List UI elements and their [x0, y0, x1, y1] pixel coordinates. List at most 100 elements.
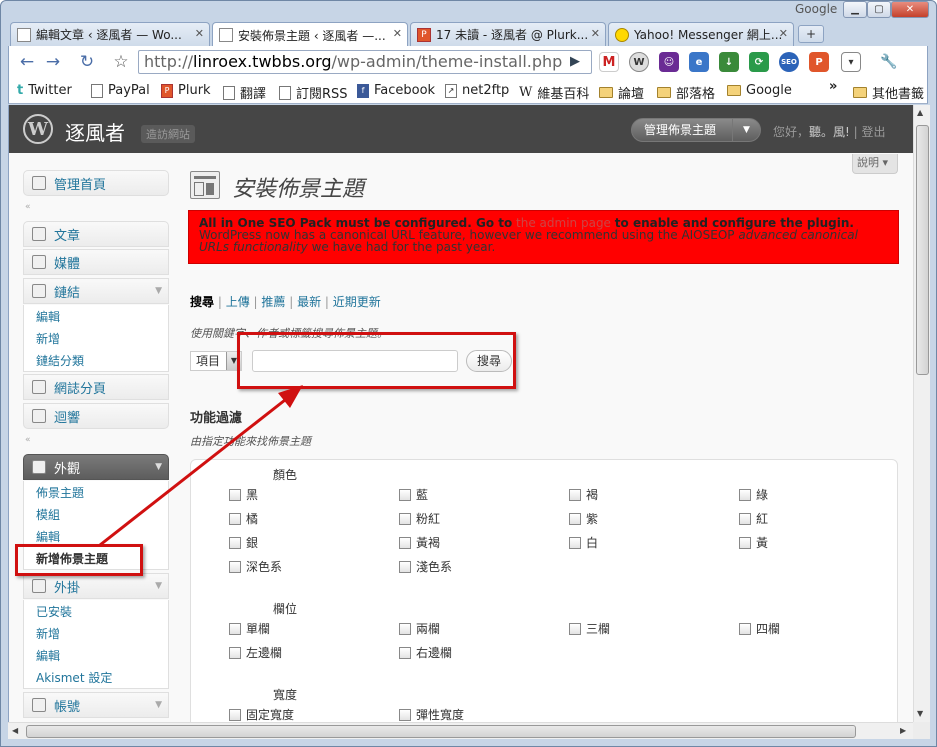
scroll-up-icon[interactable]: ▲ — [917, 108, 923, 117]
checkbox[interactable] — [399, 622, 411, 635]
submenu-akismet[interactable]: Akismet 設定 — [24, 666, 168, 688]
scroll-thumb[interactable] — [916, 125, 929, 375]
close-icon[interactable]: ✕ — [779, 27, 788, 40]
tab-yahoo-messenger[interactable]: Yahoo! Messenger 網上... ✕ — [608, 22, 794, 46]
tab-newest[interactable]: 最新 — [297, 295, 321, 309]
tab-plurk[interactable]: P 17 未讀 - 逐風者 @ Plurk... ✕ — [410, 22, 606, 46]
close-icon[interactable]: ✕ — [195, 27, 204, 40]
filter-checkbox[interactable]: 黑 — [229, 486, 258, 503]
checkbox[interactable] — [739, 488, 751, 501]
checkbox[interactable] — [399, 560, 411, 573]
bookmark-translate[interactable]: 翻譯 — [223, 83, 266, 102]
submenu-widgets[interactable]: 模組 — [24, 503, 168, 525]
menu-users[interactable]: 帳號 ▼ — [23, 692, 169, 718]
checkbox[interactable] — [739, 512, 751, 525]
reload-icon[interactable]: ↻ — [75, 50, 99, 74]
scroll-left-icon[interactable]: ◀ — [12, 726, 18, 735]
maximize-button[interactable]: ▢ — [867, 1, 891, 18]
filter-checkbox[interactable]: 黃 — [739, 534, 768, 551]
filter-checkbox[interactable]: 白 — [569, 534, 598, 551]
submenu-links-categories[interactable]: 鏈結分類 — [24, 349, 168, 371]
menu-appearance[interactable]: 外觀 ▼ — [23, 454, 169, 480]
bookmark-wikipedia[interactable]: W 維基百科 — [519, 83, 589, 102]
filter-checkbox[interactable]: 銀 — [229, 534, 258, 551]
filter-checkbox[interactable]: 彈性寬度 — [399, 706, 464, 722]
checkbox[interactable] — [229, 622, 241, 635]
checkbox[interactable] — [399, 536, 411, 549]
user-link[interactable]: 聽。風! — [809, 125, 850, 139]
bookmark-paypal[interactable]: PayPal — [91, 83, 150, 98]
filter-checkbox[interactable]: 固定寬度 — [229, 706, 294, 722]
tab-search[interactable]: 搜尋 — [190, 295, 214, 309]
filter-checkbox[interactable]: 黃褐 — [399, 534, 440, 551]
checkbox[interactable] — [399, 646, 411, 659]
bookmark-other[interactable]: 其他書籤 — [853, 83, 924, 102]
menu-plugins[interactable]: 外掛 ▼ — [23, 573, 169, 599]
checkbox[interactable] — [569, 512, 581, 525]
submenu-installed[interactable]: 已安裝 — [24, 600, 168, 622]
checkbox[interactable] — [569, 488, 581, 501]
minimize-button[interactable]: ▁ — [843, 1, 867, 18]
checkbox[interactable] — [229, 708, 241, 721]
submenu-links-edit[interactable]: 編輯 — [24, 305, 168, 327]
address-bar[interactable]: http://linroex.twbbs.org/wp-admin/theme-… — [138, 50, 592, 74]
submenu-plugins-edit[interactable]: 編輯 — [24, 644, 168, 666]
seo-icon[interactable]: SEO — [779, 52, 799, 72]
plurk-extension-icon[interactable]: P — [809, 52, 829, 72]
filter-checkbox[interactable]: 粉紅 — [399, 510, 440, 527]
close-window-button[interactable]: ✕ — [891, 1, 929, 18]
checkbox[interactable] — [399, 488, 411, 501]
chevron-down-icon[interactable]: ▼ — [155, 286, 162, 296]
menu-media[interactable]: 媒體 — [23, 249, 169, 275]
filter-checkbox[interactable]: 右邊欄 — [399, 644, 452, 661]
new-tab-button[interactable]: + — [798, 25, 824, 43]
chevron-down-icon[interactable]: ▼ — [732, 119, 760, 141]
menu-dashboard[interactable]: 管理首頁 — [23, 170, 169, 196]
filter-checkbox[interactable]: 淺色系 — [399, 558, 452, 575]
scroll-thumb[interactable] — [26, 725, 856, 738]
bookmark-forum[interactable]: 論壇 — [599, 83, 644, 102]
wordpress-icon[interactable]: W — [629, 52, 649, 72]
menu-pages[interactable]: 網誌分頁 — [23, 374, 169, 400]
checkbox[interactable] — [229, 512, 241, 525]
more-bookmarks-icon[interactable]: » — [829, 79, 837, 94]
checkbox[interactable] — [229, 560, 241, 573]
bookmark-plurk[interactable]: P Plurk — [161, 83, 211, 98]
chevron-down-icon[interactable]: ▼ — [155, 462, 162, 472]
bookmark-blog[interactable]: 部落格 — [657, 83, 715, 102]
manage-themes-button[interactable]: 管理佈景主題 ▼ — [631, 118, 761, 142]
gmail-icon[interactable]: M — [599, 52, 619, 72]
forward-icon[interactable]: → — [41, 50, 65, 74]
messenger-icon[interactable]: ☺ — [659, 52, 679, 72]
filter-checkbox[interactable]: 深色系 — [229, 558, 282, 575]
go-icon[interactable]: ▶ — [562, 51, 588, 73]
logout-link[interactable]: 登出 — [862, 125, 886, 139]
extension-icon[interactable]: ↓ — [719, 52, 739, 72]
sync-icon[interactable]: ⟳ — [749, 52, 769, 72]
scroll-right-icon[interactable]: ▶ — [900, 726, 906, 735]
checkbox[interactable] — [229, 536, 241, 549]
submenu-themes[interactable]: 佈景主題 — [24, 481, 168, 503]
bookmark-star-icon[interactable]: ☆ — [109, 50, 133, 74]
tab-install-themes[interactable]: 安裝佈景主題 ‹ 逐風者 —... ✕ — [212, 22, 408, 47]
vertical-scrollbar[interactable]: ▲ ▼ — [913, 105, 930, 722]
filter-checkbox[interactable]: 藍 — [399, 486, 428, 503]
bookmark-facebook[interactable]: f Facebook — [357, 83, 435, 98]
checkbox[interactable] — [569, 622, 581, 635]
ie-icon[interactable]: e — [689, 52, 709, 72]
submenu-plugins-add[interactable]: 新增 — [24, 622, 168, 644]
filter-checkbox[interactable]: 三欄 — [569, 620, 610, 637]
tab-updated[interactable]: 近期更新 — [333, 295, 381, 309]
checkbox[interactable] — [569, 536, 581, 549]
tab-featured[interactable]: 推薦 — [261, 295, 285, 309]
chevron-down-icon[interactable]: ▼ — [155, 700, 162, 710]
help-tab[interactable]: 說明 ▾ — [852, 154, 898, 174]
filter-checkbox[interactable]: 綠 — [739, 486, 768, 503]
bookmark-twitter[interactable]: t Twitter — [17, 83, 72, 98]
filter-checkbox[interactable]: 紅 — [739, 510, 768, 527]
menu-links[interactable]: 鏈結 ▼ — [23, 278, 169, 304]
close-icon[interactable]: ✕ — [591, 27, 600, 40]
visit-site-button[interactable]: 造訪網站 — [141, 125, 195, 143]
filter-checkbox[interactable]: 左邊欄 — [229, 644, 282, 661]
wrench-icon[interactable]: 🔧 — [879, 52, 899, 72]
